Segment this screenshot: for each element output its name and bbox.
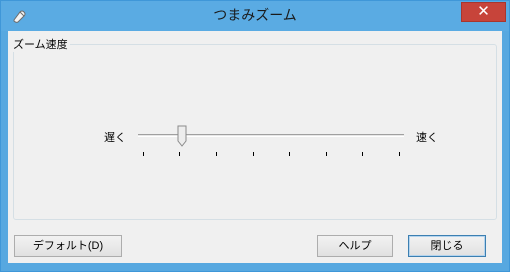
tick-mark (399, 152, 400, 156)
tick-mark (143, 152, 144, 156)
slider-min-label: 遅く (104, 131, 126, 144)
tick-mark (289, 152, 290, 156)
close-icon[interactable]: ✕ (461, 2, 506, 22)
title-bar[interactable]: つまみズーム ✕ (1, 1, 509, 31)
help-button[interactable]: ヘルプ (317, 235, 393, 257)
tick-mark (362, 152, 363, 156)
slider-thumb[interactable] (177, 125, 187, 147)
tick-mark (326, 152, 327, 156)
default-button[interactable]: デフォルト(D) (14, 235, 122, 257)
tick-mark (216, 152, 217, 156)
tick-mark (253, 152, 254, 156)
close-button[interactable]: 閉じる (408, 235, 486, 257)
window-title: つまみズーム (213, 8, 297, 24)
slider-max-label: 速く (416, 131, 438, 144)
zoom-speed-slider: 遅く 速く (8, 31, 502, 263)
dialog-client: ズーム速度 遅く 速く デフォルト(D) ヘルプ 閉じる (8, 31, 502, 263)
tick-mark (179, 152, 180, 156)
dialog-window: つまみズーム ✕ ズーム速度 遅く 速く デフォルト(D) ヘルプ 閉じる (0, 0, 510, 272)
